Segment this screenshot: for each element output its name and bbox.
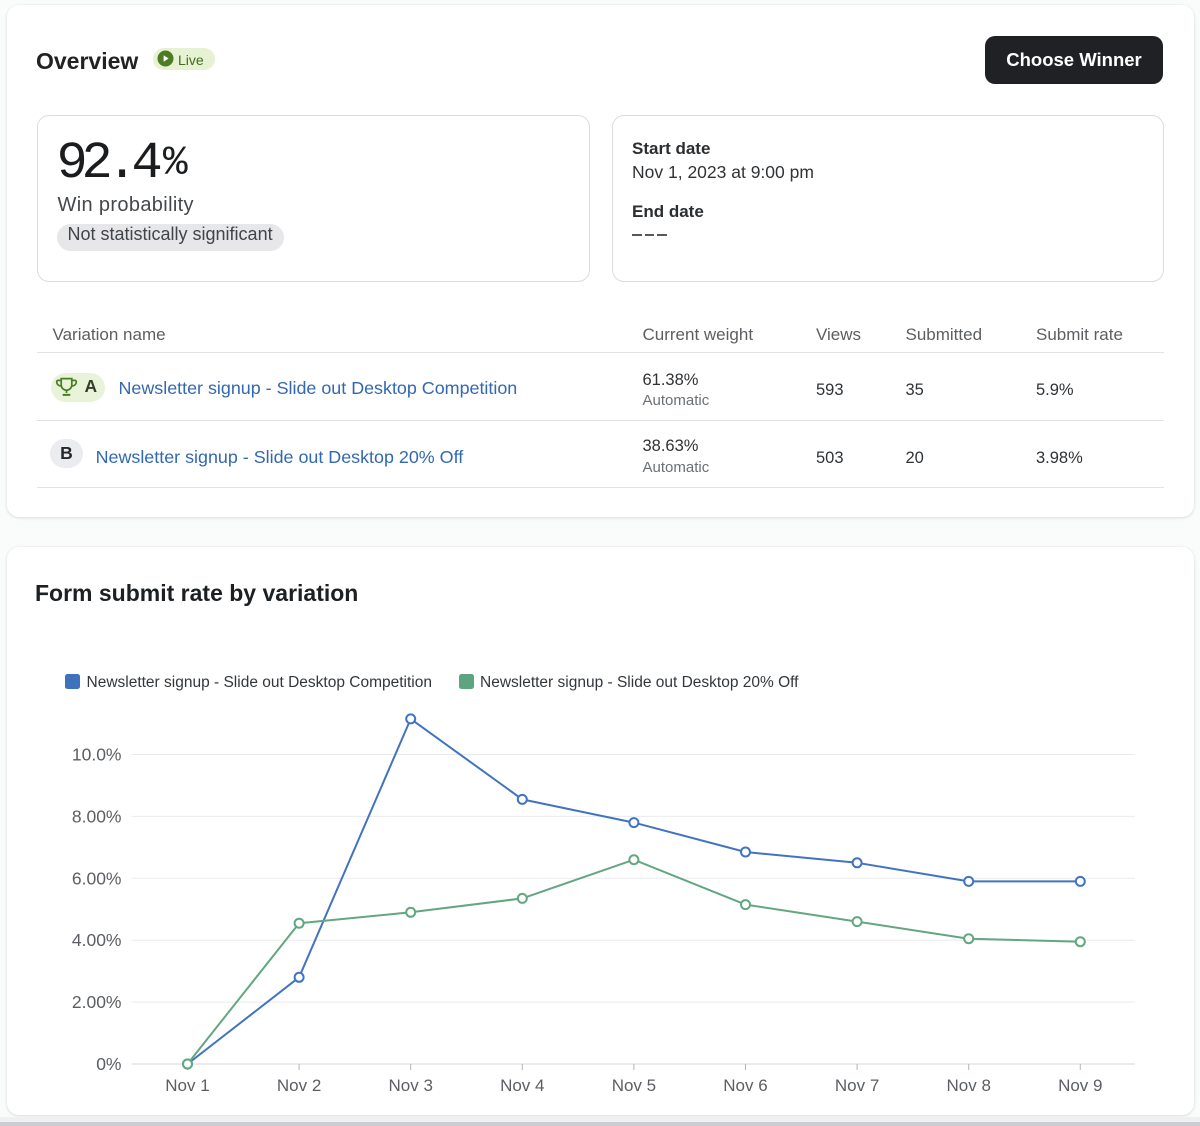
svg-text:2.00%: 2.00% — [72, 992, 122, 1012]
svg-text:Nov 2: Nov 2 — [277, 1076, 321, 1095]
svg-text:Nov 5: Nov 5 — [612, 1076, 656, 1095]
svg-text:Nov 3: Nov 3 — [388, 1076, 432, 1095]
svg-text:Nov 6: Nov 6 — [723, 1076, 767, 1095]
svg-text:Nov 1: Nov 1 — [165, 1076, 209, 1095]
svg-text:Nov 7: Nov 7 — [835, 1076, 879, 1095]
svg-text:Nov 4: Nov 4 — [500, 1076, 544, 1095]
svg-text:10.0%: 10.0% — [72, 745, 122, 765]
svg-text:Nov 8: Nov 8 — [946, 1076, 990, 1095]
svg-text:8.00%: 8.00% — [72, 806, 122, 826]
svg-text:0%: 0% — [96, 1054, 121, 1074]
svg-text:Nov 9: Nov 9 — [1058, 1076, 1102, 1095]
svg-text:4.00%: 4.00% — [72, 930, 122, 950]
svg-text:6.00%: 6.00% — [72, 868, 122, 888]
